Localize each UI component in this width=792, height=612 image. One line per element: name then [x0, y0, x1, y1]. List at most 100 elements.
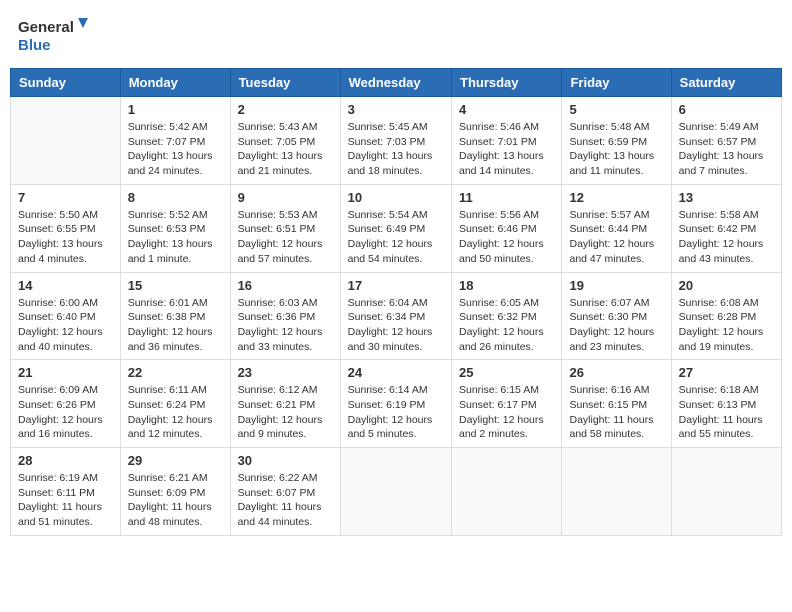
calendar-week-row: 7 Sunrise: 5:50 AM Sunset: 6:55 PM Daylig… [11, 184, 782, 272]
day-number: 12 [569, 190, 663, 205]
day-info: Sunrise: 6:21 AM Sunset: 6:09 PM Dayligh… [128, 471, 223, 530]
calendar-cell: 27Sunrise: 6:18 AM Sunset: 6:13 PM Dayli… [671, 360, 781, 448]
calendar-cell: 21 Sunrise: 6:09 AM Sunset: 6:26 PM Dayli… [11, 360, 121, 448]
calendar-cell: 3Sunrise: 5:45 AM Sunset: 7:03 PM Daylig… [340, 97, 451, 185]
calendar-header-row: SundayMondayTuesdayWednesdayThursdayFrid… [11, 69, 782, 97]
calendar-cell [671, 448, 781, 536]
calendar-cell: 9 Sunrise: 5:53 AM Sunset: 6:51 PM Daylig… [230, 184, 340, 272]
day-info: Sunrise: 5:50 AM Sunset: 6:55 PM Dayligh… [18, 208, 113, 267]
calendar-cell: 22 Sunrise: 6:11 AM Sunset: 6:24 PM Dayli… [120, 360, 230, 448]
day-info: Sunrise: 6:18 AM Sunset: 6:13 PM Dayligh… [679, 383, 774, 442]
day-of-week-header: Saturday [671, 69, 781, 97]
calendar-week-row: 21 Sunrise: 6:09 AM Sunset: 6:26 PM Dayli… [11, 360, 782, 448]
day-number: 7 [18, 190, 113, 205]
day-info: Sunrise: 6:00 AM Sunset: 6:40 PM Dayligh… [18, 296, 113, 355]
day-info: Sunrise: 6:19 AM Sunset: 6:11 PM Dayligh… [18, 471, 113, 530]
day-number: 17 [348, 278, 444, 293]
calendar-cell: 2 Sunrise: 5:43 AM Sunset: 7:05 PM Daylig… [230, 97, 340, 185]
day-of-week-header: Thursday [452, 69, 562, 97]
day-number: 13 [679, 190, 774, 205]
day-number: 11 [459, 190, 554, 205]
day-of-week-header: Sunday [11, 69, 121, 97]
logo: General Blue [18, 14, 88, 58]
day-info: Sunrise: 6:01 AM Sunset: 6:38 PM Dayligh… [128, 296, 223, 355]
day-number: 19 [569, 278, 663, 293]
calendar-cell [452, 448, 562, 536]
day-info: Sunrise: 5:49 AM Sunset: 6:57 PM Dayligh… [679, 120, 774, 179]
calendar-cell: 12 Sunrise: 5:57 AM Sunset: 6:44 PM Dayli… [562, 184, 671, 272]
calendar-cell: 19 Sunrise: 6:07 AM Sunset: 6:30 PM Dayli… [562, 272, 671, 360]
calendar-cell [11, 97, 121, 185]
calendar-cell: 6 Sunrise: 5:49 AM Sunset: 6:57 PM Daylig… [671, 97, 781, 185]
svg-text:General: General [18, 19, 74, 36]
day-number: 26 [569, 365, 663, 380]
day-info: Sunrise: 6:12 AM Sunset: 6:21 PM Dayligh… [238, 383, 333, 442]
calendar-cell: 30Sunrise: 6:22 AM Sunset: 6:07 PM Dayli… [230, 448, 340, 536]
calendar-cell: 5Sunrise: 5:48 AM Sunset: 6:59 PM Daylig… [562, 97, 671, 185]
day-number: 22 [128, 365, 223, 380]
day-info: Sunrise: 5:58 AM Sunset: 6:42 PM Dayligh… [679, 208, 774, 267]
calendar-cell: 25 Sunrise: 6:15 AM Sunset: 6:17 PM Dayli… [452, 360, 562, 448]
day-info: Sunrise: 6:05 AM Sunset: 6:32 PM Dayligh… [459, 296, 554, 355]
day-number: 10 [348, 190, 444, 205]
day-number: 4 [459, 102, 554, 117]
day-number: 5 [569, 102, 663, 117]
svg-text:Blue: Blue [18, 37, 51, 54]
calendar-cell: 1 Sunrise: 5:42 AM Sunset: 7:07 PM Daylig… [120, 97, 230, 185]
logo-svg: General Blue [18, 14, 88, 58]
day-number: 6 [679, 102, 774, 117]
day-number: 28 [18, 453, 113, 468]
calendar-week-row: 28 Sunrise: 6:19 AM Sunset: 6:11 PM Dayli… [11, 448, 782, 536]
calendar-cell: 11 Sunrise: 5:56 AM Sunset: 6:46 PM Dayli… [452, 184, 562, 272]
calendar-cell: 15Sunrise: 6:01 AM Sunset: 6:38 PM Dayli… [120, 272, 230, 360]
calendar-cell: 29 Sunrise: 6:21 AM Sunset: 6:09 PM Dayli… [120, 448, 230, 536]
day-number: 1 [128, 102, 223, 117]
calendar-cell: 17 Sunrise: 6:04 AM Sunset: 6:34 PM Dayli… [340, 272, 451, 360]
day-number: 18 [459, 278, 554, 293]
day-info: Sunrise: 6:08 AM Sunset: 6:28 PM Dayligh… [679, 296, 774, 355]
day-info: Sunrise: 6:04 AM Sunset: 6:34 PM Dayligh… [348, 296, 444, 355]
calendar-cell: 4 Sunrise: 5:46 AM Sunset: 7:01 PM Daylig… [452, 97, 562, 185]
day-info: Sunrise: 5:46 AM Sunset: 7:01 PM Dayligh… [459, 120, 554, 179]
day-info: Sunrise: 6:16 AM Sunset: 6:15 PM Dayligh… [569, 383, 663, 442]
calendar-cell: 14Sunrise: 6:00 AM Sunset: 6:40 PM Dayli… [11, 272, 121, 360]
day-number: 2 [238, 102, 333, 117]
day-number: 30 [238, 453, 333, 468]
calendar-cell: 26 Sunrise: 6:16 AM Sunset: 6:15 PM Dayli… [562, 360, 671, 448]
day-info: Sunrise: 5:52 AM Sunset: 6:53 PM Dayligh… [128, 208, 223, 267]
day-number: 25 [459, 365, 554, 380]
page-header: General Blue [10, 10, 782, 62]
day-number: 8 [128, 190, 223, 205]
day-info: Sunrise: 5:54 AM Sunset: 6:49 PM Dayligh… [348, 208, 444, 267]
day-info: Sunrise: 6:14 AM Sunset: 6:19 PM Dayligh… [348, 383, 444, 442]
day-number: 21 [18, 365, 113, 380]
day-info: Sunrise: 5:56 AM Sunset: 6:46 PM Dayligh… [459, 208, 554, 267]
day-of-week-header: Wednesday [340, 69, 451, 97]
day-info: Sunrise: 6:15 AM Sunset: 6:17 PM Dayligh… [459, 383, 554, 442]
calendar-cell [340, 448, 451, 536]
day-info: Sunrise: 6:03 AM Sunset: 6:36 PM Dayligh… [238, 296, 333, 355]
calendar-week-row: 1 Sunrise: 5:42 AM Sunset: 7:07 PM Daylig… [11, 97, 782, 185]
calendar-table: SundayMondayTuesdayWednesdayThursdayFrid… [10, 68, 782, 536]
day-info: Sunrise: 5:42 AM Sunset: 7:07 PM Dayligh… [128, 120, 223, 179]
day-info: Sunrise: 5:57 AM Sunset: 6:44 PM Dayligh… [569, 208, 663, 267]
calendar-week-row: 14Sunrise: 6:00 AM Sunset: 6:40 PM Dayli… [11, 272, 782, 360]
calendar-cell: 13 Sunrise: 5:58 AM Sunset: 6:42 PM Dayli… [671, 184, 781, 272]
day-info: Sunrise: 5:53 AM Sunset: 6:51 PM Dayligh… [238, 208, 333, 267]
day-number: 29 [128, 453, 223, 468]
calendar-cell [562, 448, 671, 536]
day-number: 20 [679, 278, 774, 293]
day-info: Sunrise: 5:43 AM Sunset: 7:05 PM Dayligh… [238, 120, 333, 179]
calendar-cell: 7 Sunrise: 5:50 AM Sunset: 6:55 PM Daylig… [11, 184, 121, 272]
day-info: Sunrise: 6:09 AM Sunset: 6:26 PM Dayligh… [18, 383, 113, 442]
calendar-cell: 24 Sunrise: 6:14 AM Sunset: 6:19 PM Dayli… [340, 360, 451, 448]
day-number: 16 [238, 278, 333, 293]
day-number: 9 [238, 190, 333, 205]
day-info: Sunrise: 6:11 AM Sunset: 6:24 PM Dayligh… [128, 383, 223, 442]
day-of-week-header: Tuesday [230, 69, 340, 97]
calendar-cell: 10 Sunrise: 5:54 AM Sunset: 6:49 PM Dayli… [340, 184, 451, 272]
calendar-cell: 18 Sunrise: 6:05 AM Sunset: 6:32 PM Dayli… [452, 272, 562, 360]
day-info: Sunrise: 6:07 AM Sunset: 6:30 PM Dayligh… [569, 296, 663, 355]
day-number: 3 [348, 102, 444, 117]
day-number: 24 [348, 365, 444, 380]
